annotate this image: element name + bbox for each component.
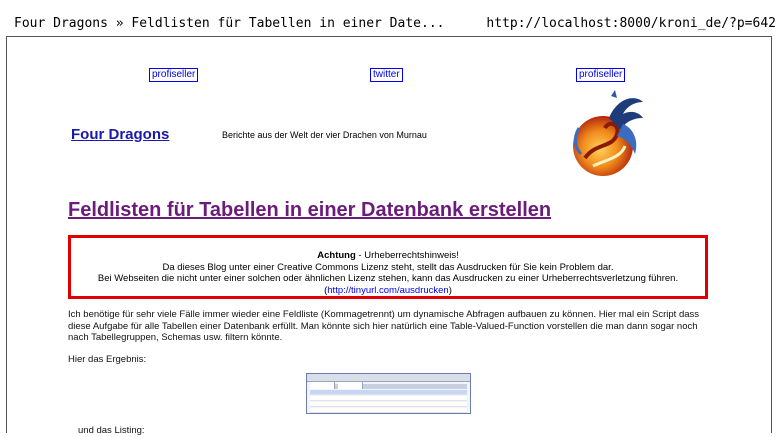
screenshot-tabs: [307, 374, 470, 389]
notice-heading: Achtung: [317, 250, 356, 261]
nav-link-profiseller-1[interactable]: profiseller: [149, 68, 199, 82]
screenshot-grid-row: [310, 390, 467, 395]
nav-link-twitter[interactable]: twitter: [370, 68, 403, 82]
content-paragraph-1: Ich benötige für sehr viele Fälle immer …: [68, 309, 700, 343]
notice-line-1: Da dieses Blog unter einer Creative Comm…: [162, 261, 614, 273]
notice-line-2-end: ): [448, 284, 452, 296]
post-title[interactable]: Feldlisten für Tabellen in einer Datenba…: [68, 199, 551, 222]
site-description: Berichte aus der Welt der vier Drachen v…: [222, 130, 427, 140]
nav-link-profiseller-2[interactable]: profiseller: [576, 68, 626, 82]
dragon-logo-icon[interactable]: [565, 88, 647, 183]
notice-line-2: Bei Webseiten die nicht unter einer solc…: [71, 273, 705, 296]
notice-heading-line: Achtung - Urheberrechtshinweis!: [71, 250, 705, 262]
notice-heading-suffix: - Urheberrechtshinweis!: [355, 250, 459, 261]
result-screenshot-image: [306, 373, 471, 414]
content-paragraph-2: Hier das Ergebnis:: [68, 354, 147, 365]
print-page-title: Four Dragons » Feldlisten für Tabellen i…: [14, 16, 445, 31]
copyright-notice: Achtung - Urheberrechtshinweis! Da diese…: [68, 235, 708, 299]
site-title[interactable]: Four Dragons: [71, 126, 169, 143]
content-paragraph-3: und das Listing:: [78, 425, 145, 436]
screenshot-grid-row: [310, 402, 467, 407]
notice-link[interactable]: http://tinyurl.com/ausdrucken: [327, 285, 448, 296]
screenshot-grid-row: [310, 396, 467, 401]
print-page-url: http://localhost:8000/kroni_de/?p=642: [486, 16, 776, 31]
screenshot-grid-row: [310, 408, 467, 413]
